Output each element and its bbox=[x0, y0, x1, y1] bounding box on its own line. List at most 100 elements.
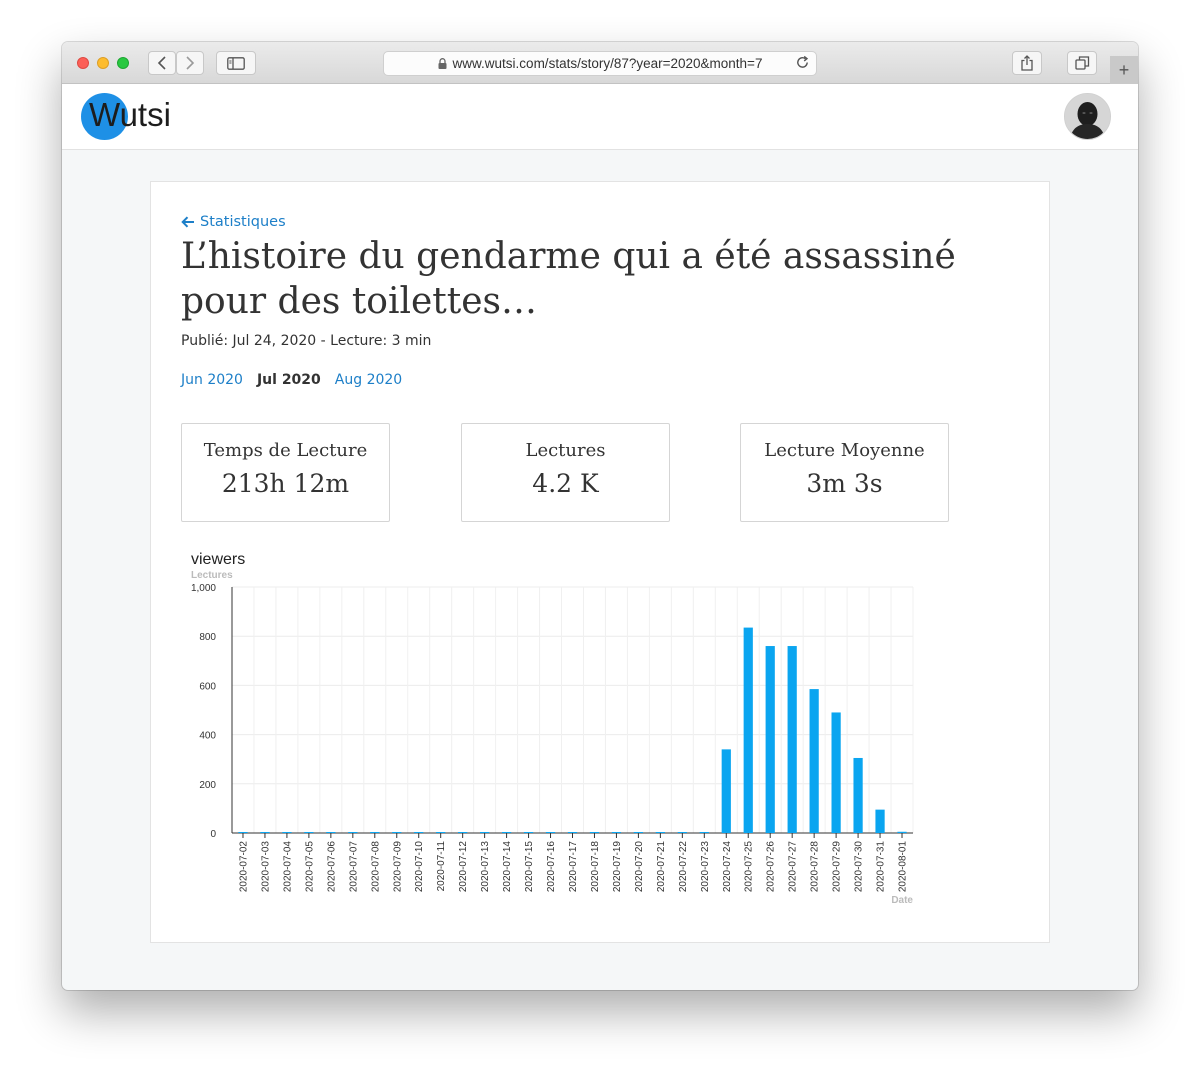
bar bbox=[809, 689, 819, 833]
stat-average-reading: Lecture Moyenne 3m 3s bbox=[740, 423, 949, 522]
site-header: Wutsi bbox=[62, 84, 1138, 150]
chevron-right-icon bbox=[186, 56, 195, 70]
x-tick-label: 2020-07-03 bbox=[260, 841, 271, 893]
x-tick-label: 2020-07-12 bbox=[458, 841, 469, 893]
bar bbox=[392, 832, 402, 833]
x-tick-label: 2020-07-05 bbox=[304, 841, 315, 893]
bar bbox=[545, 832, 556, 833]
story-meta: Publié: Jul 24, 2020 - Lecture: 3 min bbox=[181, 333, 432, 349]
x-tick-label: 2020-07-13 bbox=[480, 841, 491, 893]
bar bbox=[326, 832, 336, 833]
avatar[interactable] bbox=[1064, 93, 1111, 140]
sidebar-toggle-button[interactable] bbox=[216, 51, 256, 75]
x-tick-label: 2020-07-27 bbox=[788, 841, 799, 893]
back-nav-button[interactable] bbox=[148, 51, 176, 75]
page-title: L’histoire du gendarme qui a été assassi… bbox=[181, 236, 956, 322]
chart-title: viewers bbox=[191, 551, 245, 568]
y-tick-label: 600 bbox=[199, 681, 216, 692]
bar bbox=[831, 712, 841, 833]
bar bbox=[238, 832, 248, 833]
viewers-chart: viewers Lectures Date 0 200 400 600 800 1,000 202… bbox=[191, 551, 914, 906]
x-tick-label: 2020-07-19 bbox=[612, 841, 623, 893]
share-button[interactable] bbox=[1012, 51, 1042, 75]
stat-label: Temps de Lecture bbox=[203, 440, 368, 461]
lock-icon bbox=[438, 58, 447, 69]
x-tick-label: 2020-07-20 bbox=[634, 841, 645, 893]
bar bbox=[523, 832, 534, 833]
stat-label: Lectures bbox=[525, 440, 606, 461]
new-tab-button[interactable]: + bbox=[1110, 56, 1138, 84]
x-tick-label: 2020-07-11 bbox=[436, 841, 447, 892]
bar bbox=[436, 832, 446, 833]
x-tick-label: 2020-07-22 bbox=[678, 841, 689, 893]
x-tick-label: 2020-07-23 bbox=[700, 841, 711, 893]
tabs-overview-button[interactable] bbox=[1067, 51, 1097, 75]
x-tick-label: 2020-07-02 bbox=[238, 841, 249, 893]
x-axis-label: Date bbox=[891, 895, 913, 906]
user-photo-icon bbox=[1065, 94, 1110, 139]
bar bbox=[589, 832, 600, 833]
x-tick-label: 2020-07-26 bbox=[766, 841, 777, 893]
y-axis-label: Lectures bbox=[191, 570, 233, 581]
month-navigation: Jun 2020 Jul 2020 Aug 2020 bbox=[181, 372, 416, 388]
x-tick-label: 2020-07-24 bbox=[722, 841, 733, 893]
bar bbox=[414, 832, 424, 833]
x-tick-label: 2020-08-01 bbox=[898, 841, 909, 893]
address-bar[interactable]: www.wutsi.com/stats/story/87?year=2020&m… bbox=[383, 51, 817, 76]
address-url: www.wutsi.com/stats/story/87?year=2020&m… bbox=[452, 56, 763, 71]
y-tick-label: 400 bbox=[199, 731, 216, 742]
stat-value: 3m 3s bbox=[806, 469, 883, 498]
bar bbox=[370, 832, 380, 833]
bar bbox=[699, 832, 709, 833]
back-to-statistics-link[interactable]: Statistiques bbox=[181, 214, 286, 230]
tabs-icon bbox=[1074, 56, 1089, 70]
bar bbox=[633, 832, 644, 833]
y-tick-label: 1,000 bbox=[191, 583, 216, 594]
month-link-next[interactable]: Aug 2020 bbox=[335, 372, 402, 388]
bar bbox=[853, 757, 863, 833]
x-tick-label: 2020-07-17 bbox=[568, 841, 579, 893]
arrow-left-icon bbox=[181, 216, 194, 228]
x-tick-label: 2020-07-18 bbox=[590, 841, 601, 893]
x-tick-label: 2020-07-14 bbox=[502, 841, 513, 893]
logo-text: Wutsi bbox=[89, 96, 171, 133]
x-tick-label: 2020-07-08 bbox=[370, 841, 381, 893]
bar bbox=[501, 832, 512, 833]
bar bbox=[897, 831, 907, 833]
y-tick-label: 0 bbox=[210, 829, 216, 840]
x-tick-label: 2020-07-15 bbox=[524, 841, 535, 893]
x-tick-label: 2020-07-07 bbox=[348, 841, 359, 893]
bar bbox=[611, 832, 622, 833]
bar bbox=[677, 832, 687, 833]
y-tick-label: 200 bbox=[199, 780, 216, 791]
bar bbox=[458, 832, 468, 833]
close-window-button[interactable] bbox=[77, 57, 89, 69]
month-link-prev[interactable]: Jun 2020 bbox=[181, 372, 243, 388]
forward-nav-button[interactable] bbox=[176, 51, 204, 75]
minimize-window-button[interactable] bbox=[97, 57, 109, 69]
x-tick-label: 2020-07-09 bbox=[392, 841, 403, 893]
x-tick-label: 2020-07-25 bbox=[744, 841, 755, 893]
bar bbox=[282, 832, 292, 833]
bar bbox=[567, 832, 578, 833]
x-tick-label: 2020-07-16 bbox=[546, 841, 557, 893]
x-tick-label: 2020-07-30 bbox=[854, 841, 865, 893]
story-stats-card: Statistiques L’histoire du gendarme qui … bbox=[150, 181, 1050, 943]
bar bbox=[304, 832, 314, 833]
reload-icon[interactable] bbox=[795, 55, 810, 73]
x-tick-label: 2020-07-21 bbox=[656, 841, 667, 893]
chevron-left-icon bbox=[157, 56, 166, 70]
stat-reading-time: Temps de Lecture 213h 12m bbox=[181, 423, 390, 522]
bar bbox=[743, 627, 753, 833]
bar bbox=[787, 646, 797, 833]
bar bbox=[875, 809, 885, 833]
bar bbox=[655, 832, 665, 833]
x-tick-label: 2020-07-04 bbox=[282, 841, 293, 893]
share-icon bbox=[1021, 55, 1033, 71]
stat-reads: Lectures 4.2 K bbox=[461, 423, 670, 522]
stat-value: 213h 12m bbox=[221, 469, 350, 498]
zoom-window-button[interactable] bbox=[117, 57, 129, 69]
bar bbox=[260, 832, 270, 833]
bar bbox=[721, 749, 731, 833]
x-tick-label: 2020-07-28 bbox=[810, 841, 821, 893]
